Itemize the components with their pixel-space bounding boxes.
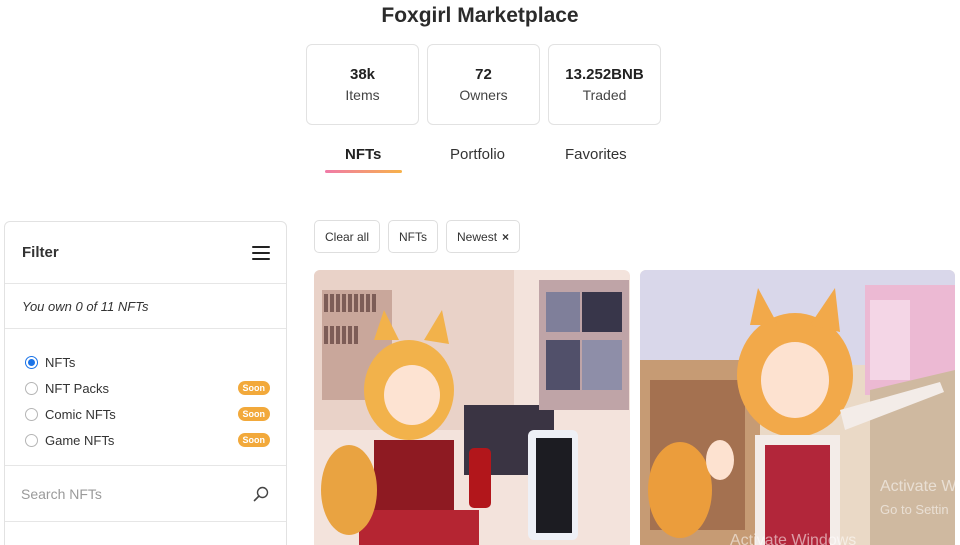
stat-items: 38k Items: [306, 44, 419, 125]
search-row: [5, 466, 286, 522]
search-icon[interactable]: [252, 485, 270, 503]
stat-value: 72: [475, 66, 492, 83]
watermark-line2: Go to Settin: [880, 502, 949, 517]
option-label: NFTs: [45, 354, 76, 370]
chip-label: NFTs: [399, 229, 428, 244]
watermark-line3: Activate Windows: [730, 532, 857, 545]
stat-value: 38k: [349, 66, 376, 83]
tab-nfts[interactable]: NFTs: [345, 146, 381, 163]
nft-card-festival-foxgirl[interactable]: Activate W Go to Settin Activate Windows: [640, 270, 955, 545]
stat-label: Items: [345, 87, 380, 103]
menu-icon[interactable]: [252, 245, 270, 260]
soon-badge: Soon: [237, 407, 270, 421]
stat-owners: 72 Owners: [427, 44, 540, 125]
stat-label: Traded: [582, 87, 627, 103]
tab-portfolio[interactable]: Portfolio: [450, 146, 505, 163]
option-game-nfts[interactable]: Game NFTs Soon: [25, 427, 270, 453]
option-label: Game NFTs: [45, 432, 115, 448]
filter-title: Filter: [22, 244, 59, 261]
radio[interactable]: [25, 407, 38, 421]
close-icon[interactable]: ×: [502, 230, 509, 244]
option-comic-nfts[interactable]: Comic NFTs Soon: [25, 401, 270, 427]
stat-traded: 13.252BNB Traded: [548, 44, 661, 125]
clear-all-chip[interactable]: Clear all: [314, 220, 381, 253]
option-nft-packs[interactable]: NFT Packs Soon: [25, 375, 270, 401]
active-tab-indicator: [325, 170, 402, 173]
filter-options: NFTs NFT Packs Soon Comic NFTs Soon Game…: [5, 329, 286, 466]
chip-label: Newest: [457, 229, 498, 244]
radio[interactable]: [25, 381, 38, 395]
nft-image: [314, 270, 630, 545]
tab-favorites[interactable]: Favorites: [565, 146, 627, 163]
nfts-chip[interactable]: NFTs: [388, 220, 439, 253]
stat-label: Owners: [459, 87, 508, 103]
active-filters: Clear all NFTs Newest ×: [314, 220, 521, 253]
radio-checked[interactable]: [25, 355, 38, 369]
search-input[interactable]: [21, 485, 221, 502]
option-label: NFT Packs: [45, 380, 110, 396]
chip-label: Clear all: [325, 229, 370, 244]
soon-badge: Soon: [237, 381, 270, 395]
owned-count: You own 0 of 11 NFTs: [5, 284, 286, 329]
filter-header: Filter: [5, 222, 286, 284]
radio[interactable]: [25, 433, 38, 447]
nft-card-gaming-foxgirl[interactable]: [314, 270, 630, 545]
watermark-line1: Activate W: [880, 478, 955, 495]
stat-value: 13.252BNB: [565, 66, 644, 83]
filter-panel: Filter You own 0 of 11 NFTs NFTs NFT Pac…: [4, 221, 287, 545]
option-nfts[interactable]: NFTs: [25, 349, 270, 375]
page-title: Foxgirl Marketplace: [381, 4, 579, 27]
newest-chip[interactable]: Newest ×: [446, 220, 521, 253]
option-label: Comic NFTs: [45, 406, 116, 422]
stats-row: 38k Items 72 Owners 13.252BNB Traded: [306, 44, 661, 125]
soon-badge: Soon: [237, 433, 270, 447]
